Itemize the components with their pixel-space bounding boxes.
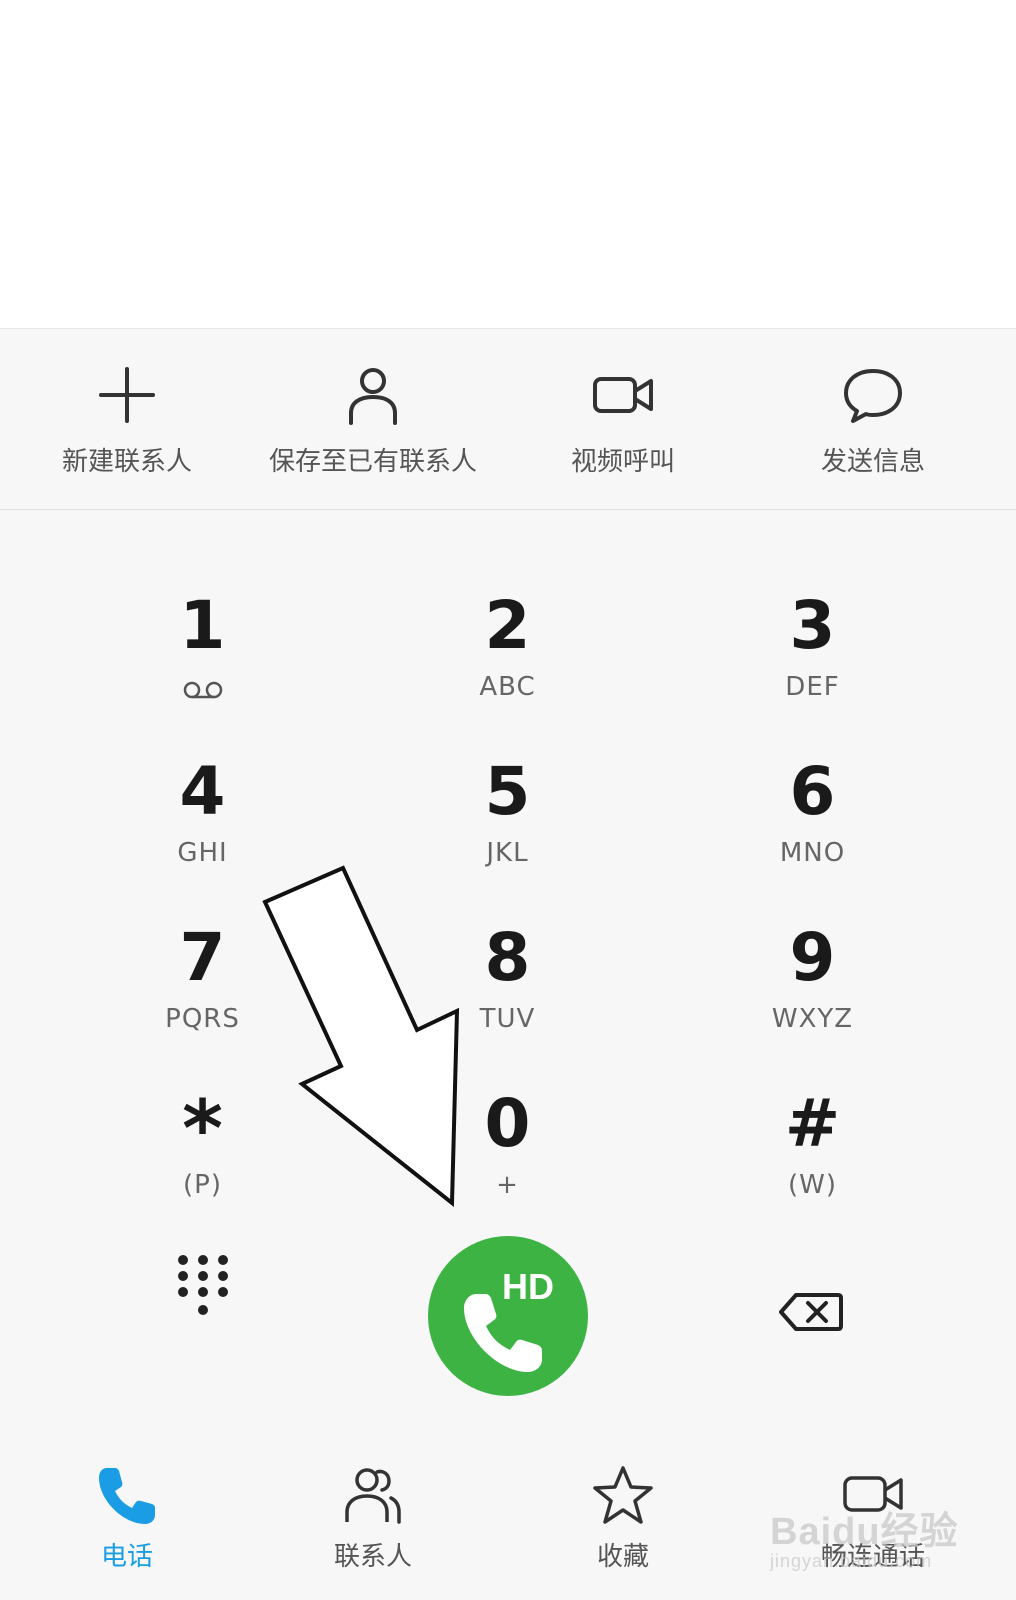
contacts-icon <box>341 1464 405 1528</box>
backspace-button[interactable] <box>778 1292 844 1332</box>
tab-label: 电话 <box>100 1542 153 1572</box>
key-letters: (W) <box>788 1170 837 1200</box>
key-letters: (P) <box>183 1170 222 1200</box>
key-digit: 4 <box>179 753 226 830</box>
tab-phone[interactable]: 电话 <box>0 1424 254 1600</box>
video-call-button[interactable]: 视频呼叫 <box>496 329 750 511</box>
key-star[interactable]: * (P) <box>50 1018 355 1200</box>
send-message-button[interactable]: 发送信息 <box>746 329 1000 511</box>
key-9[interactable]: 9 WXYZ <box>660 852 965 1035</box>
tab-favorites[interactable]: 收藏 <box>496 1424 750 1600</box>
key-letters: + <box>496 1170 519 1200</box>
send-message-label: 发送信息 <box>820 447 925 477</box>
key-digit: 6 <box>789 753 836 830</box>
tab-label: 收藏 <box>596 1542 649 1572</box>
quick-actions-bar: 新建联系人 保存至已有联系人 视频呼叫 发送信息 <box>0 328 1016 510</box>
tab-contacts[interactable]: 联系人 <box>246 1424 500 1600</box>
hd-badge: HD <box>502 1266 554 1307</box>
number-display <box>0 0 1016 328</box>
key-digit: * <box>182 1085 223 1175</box>
key-1[interactable]: 1 <box>50 520 355 699</box>
plus-icon <box>95 363 159 427</box>
dialpad-icon <box>178 1255 228 1315</box>
key-4[interactable]: 4 GHI <box>50 686 355 869</box>
key-6[interactable]: 6 MNO <box>660 686 965 869</box>
save-to-existing-contact-label: 保存至已有联系人 <box>268 447 477 477</box>
star-icon <box>591 1464 655 1528</box>
key-hash[interactable]: # (W) <box>660 1018 965 1201</box>
key-digit: 7 <box>179 919 226 996</box>
new-contact-button[interactable]: 新建联系人 <box>0 329 254 511</box>
key-3[interactable]: 3 DEF <box>660 520 965 703</box>
key-digit: 1 <box>179 587 226 664</box>
key-digit: # <box>784 1085 841 1162</box>
video-camera-icon <box>591 363 655 427</box>
key-0[interactable]: 0 + <box>355 1018 660 1201</box>
key-digit: 0 <box>484 1085 531 1162</box>
watermark-brand: Baidu经验 <box>770 1511 959 1553</box>
person-icon <box>341 363 405 427</box>
key-7[interactable]: 7 PQRS <box>50 852 355 1035</box>
key-digit: 5 <box>484 753 531 830</box>
save-to-existing-contact-button[interactable]: 保存至已有联系人 <box>246 329 500 511</box>
key-digit: 2 <box>484 587 531 664</box>
tab-label: 联系人 <box>333 1542 412 1572</box>
phone-icon <box>95 1464 159 1528</box>
chat-bubble-icon <box>841 363 905 427</box>
key-digit: 3 <box>789 587 836 664</box>
backspace-icon <box>779 1293 843 1331</box>
key-2[interactable]: 2 ABC <box>355 520 660 703</box>
key-digit: 8 <box>484 919 531 996</box>
video-call-label: 视频呼叫 <box>570 447 675 477</box>
new-contact-label: 新建联系人 <box>61 447 192 477</box>
key-5[interactable]: 5 JKL <box>355 686 660 869</box>
dialpad-toggle-button[interactable] <box>173 1252 233 1322</box>
call-button[interactable]: HD <box>428 1236 588 1396</box>
watermark: Baidu经验 jingyan.baidu.com <box>770 1500 970 1584</box>
key-8[interactable]: 8 TUV <box>355 852 660 1035</box>
key-digit: 9 <box>789 919 836 996</box>
